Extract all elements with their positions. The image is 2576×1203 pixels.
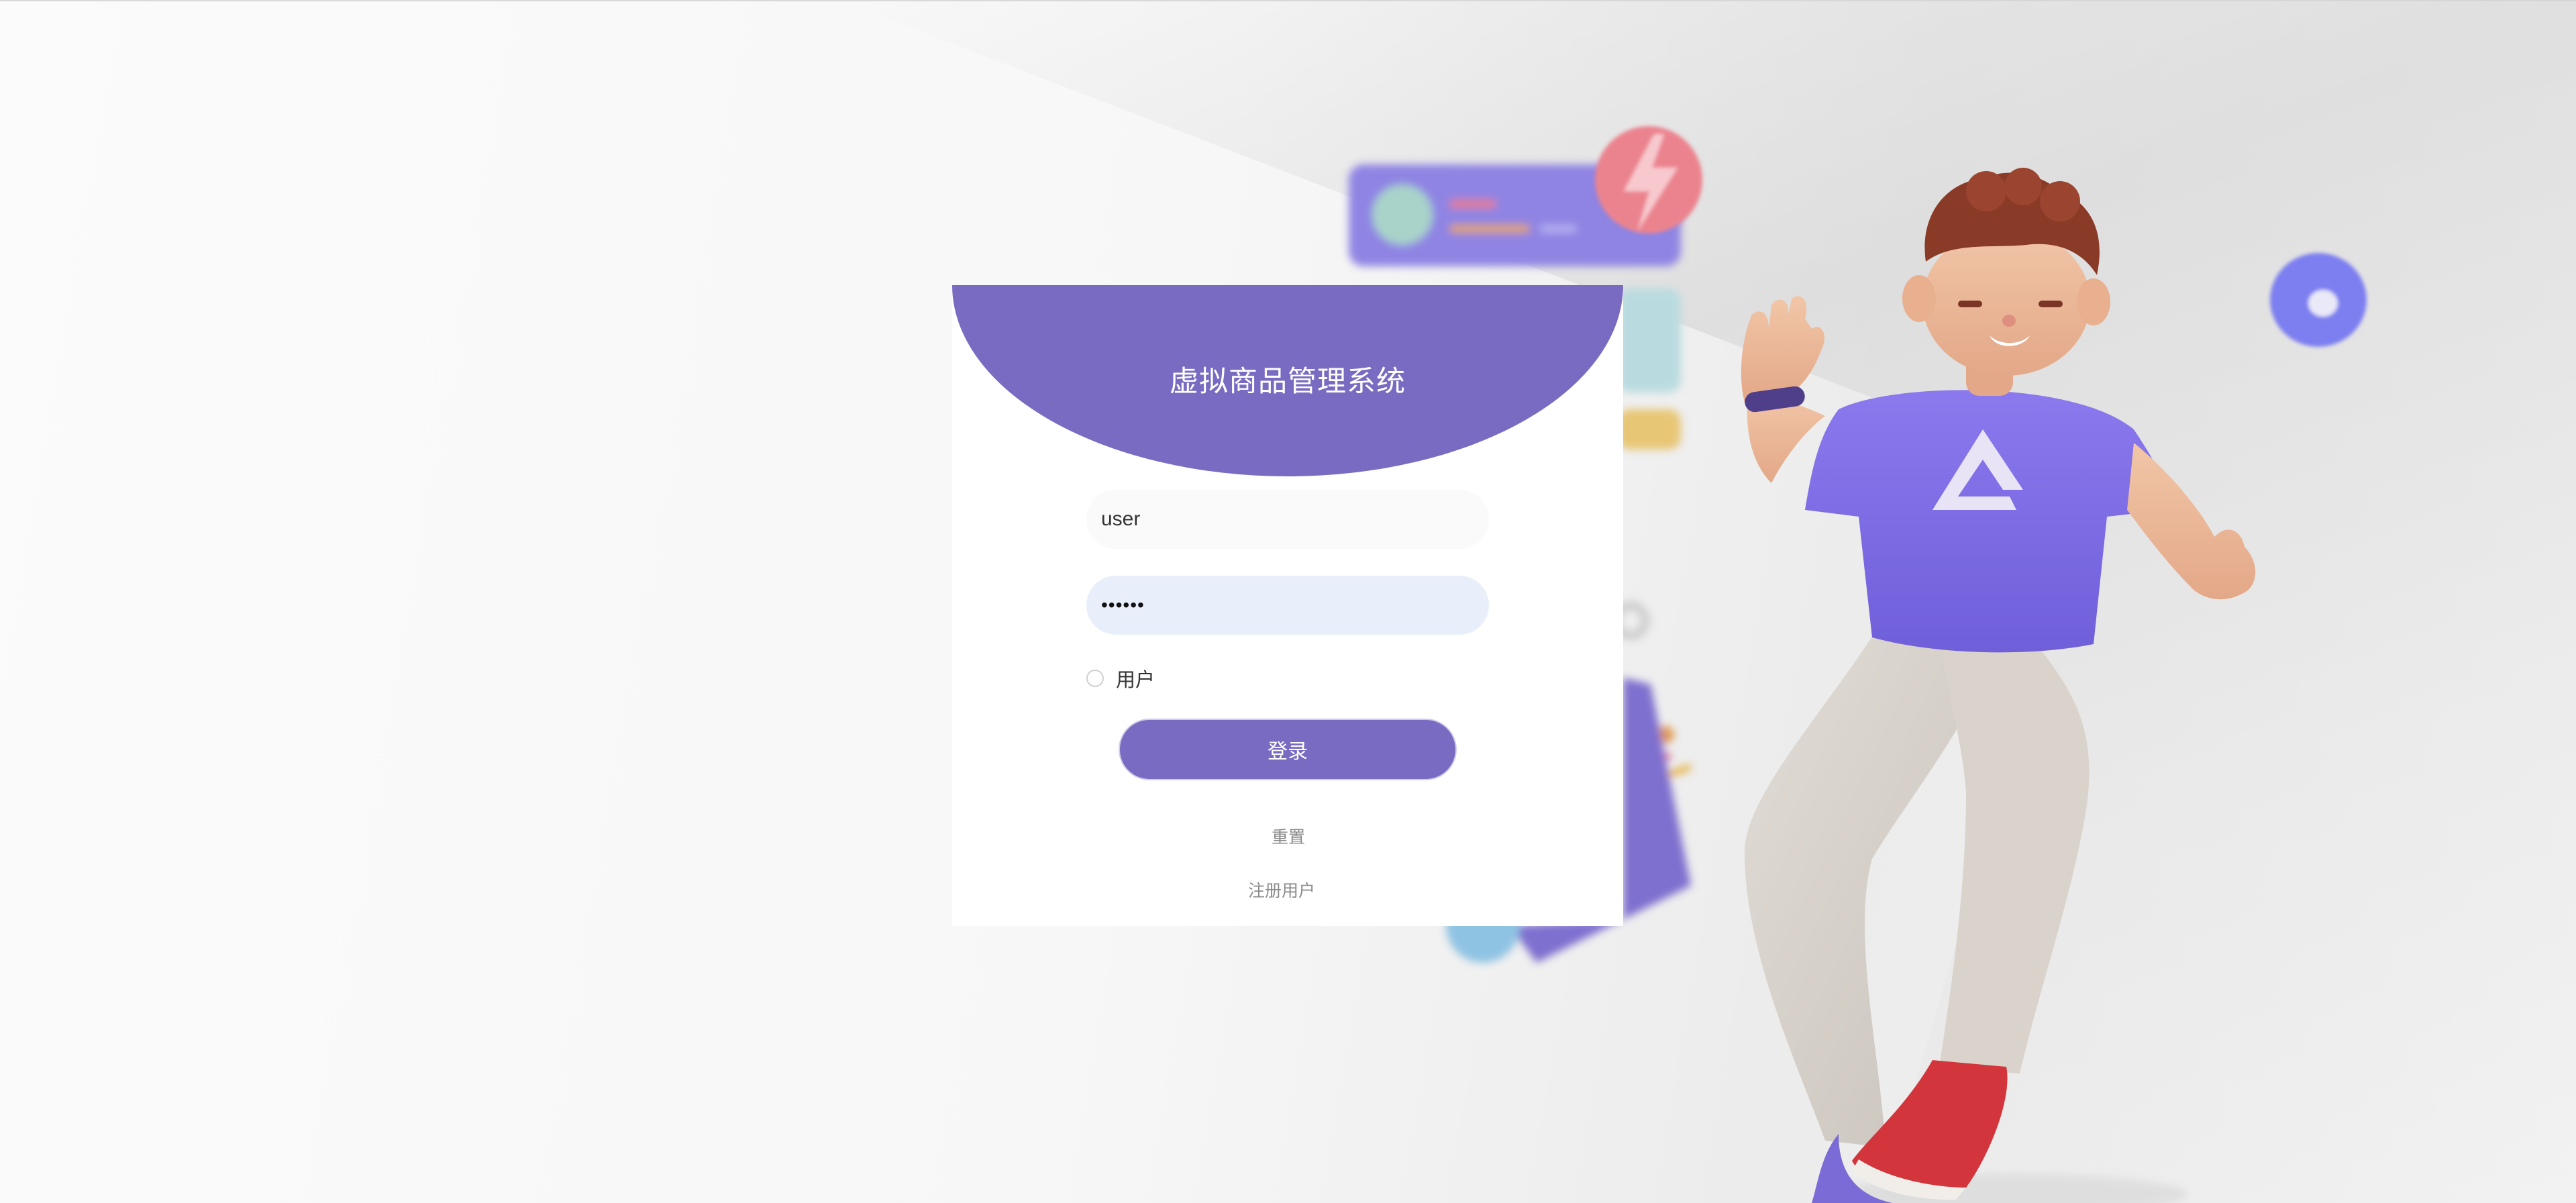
role-radio-label: 用户 [1116,670,1155,691]
reset-link[interactable]: 重置 [1272,824,1305,848]
username-input[interactable]: user [1086,490,1489,549]
donut-icon [2270,253,2367,347]
lightning-bubble-icon [1595,126,1702,233]
page-title: 虚拟商品管理系统 [1170,365,1406,398]
password-mask: •••••• [1101,594,1145,615]
register-link[interactable]: 注册用户 [1248,878,1315,902]
login-header: 虚拟商品管理系统 [952,285,1623,476]
password-input[interactable]: •••••• [1086,576,1489,635]
username-value: user [1101,508,1141,530]
role-radio-user[interactable]: 用户 [1086,664,1155,692]
radio-circle-icon[interactable] [1086,670,1104,687]
avatar-character [1741,168,2256,1203]
login-button[interactable]: 登录 [1120,720,1455,779]
